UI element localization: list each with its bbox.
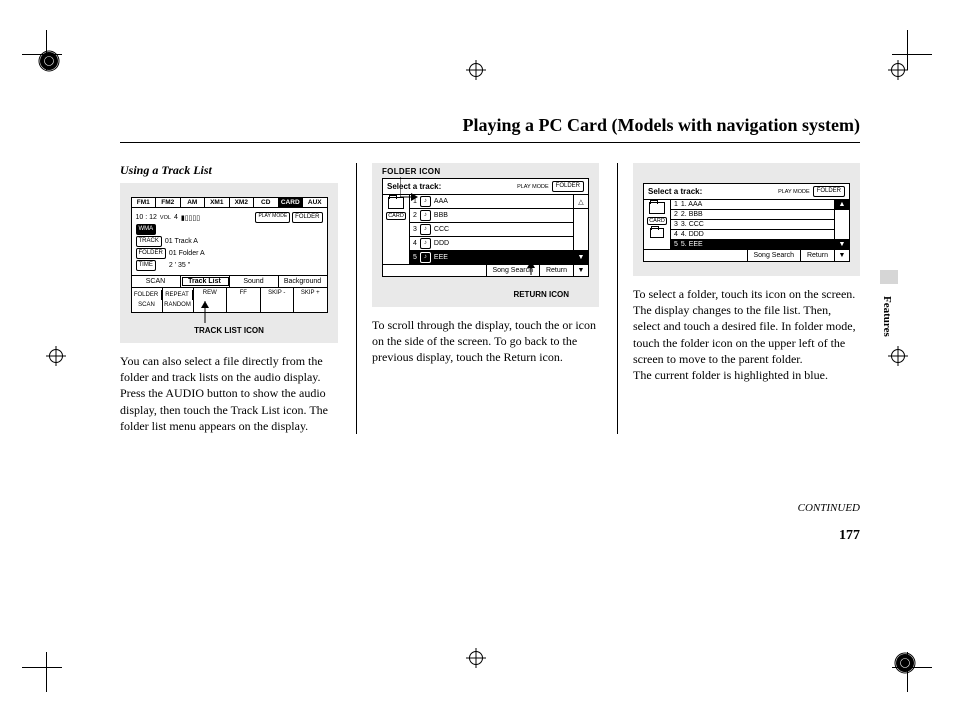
registration-cross-icon bbox=[888, 60, 908, 80]
folder-up-icon[interactable] bbox=[388, 197, 404, 209]
vol-label: VOL bbox=[160, 215, 171, 221]
pointer-arrow-icon bbox=[521, 261, 541, 281]
track-row[interactable]: 11. AAA bbox=[671, 200, 834, 210]
registration-target-icon bbox=[894, 652, 916, 674]
elapsed-time: 2 ' 35 " bbox=[169, 262, 190, 269]
continued-label: CONTINUED bbox=[798, 502, 860, 514]
track-row[interactable]: 3♪CCC bbox=[410, 223, 573, 237]
scroll-down-icon[interactable]: ▼ bbox=[573, 265, 588, 276]
song-search-button[interactable]: Song Search bbox=[747, 250, 800, 261]
scroll-up-icon[interactable]: ▲ bbox=[835, 200, 849, 210]
play-mode-button[interactable]: PLAY MODE bbox=[255, 212, 290, 223]
registration-target-icon bbox=[38, 50, 60, 72]
body-paragraph: You can also select a file directly from… bbox=[120, 353, 338, 434]
crop-mark bbox=[22, 652, 62, 692]
play-mode-button[interactable]: PLAY MODE bbox=[517, 184, 549, 190]
background-button[interactable]: Background bbox=[279, 276, 327, 287]
track-icon: ♪ bbox=[420, 252, 431, 263]
column-3: Select a track: PLAY MODE FOLDER CARD bbox=[617, 163, 860, 434]
panel-caption: RETURN ICON bbox=[513, 290, 569, 299]
body-paragraph: To scroll through the display, touch the… bbox=[372, 317, 599, 366]
track-icon: ♪ bbox=[420, 210, 431, 221]
play-mode-button[interactable]: PLAY MODE bbox=[778, 189, 810, 195]
wma-badge: WMA bbox=[136, 224, 157, 235]
scroll-up-icon[interactable]: △ bbox=[574, 195, 588, 209]
return-button[interactable]: Return bbox=[539, 265, 573, 276]
audio-display-screen: FM1 FM2 AM XM1 XM2 CD CARD AUX 10 : 12 V… bbox=[131, 197, 328, 313]
track-row[interactable]: 44. DDD bbox=[671, 230, 834, 240]
track-row[interactable]: 2♪BBB bbox=[410, 209, 573, 223]
ff-button[interactable]: FF bbox=[227, 288, 261, 312]
vol-value: 4 bbox=[174, 214, 178, 221]
track-row[interactable]: 22. BBB bbox=[671, 210, 834, 220]
skip-back-button[interactable]: SKIP - bbox=[261, 288, 295, 312]
registration-cross-icon bbox=[46, 346, 66, 366]
track-icon: ♪ bbox=[420, 196, 431, 207]
track-value: 01 Track A bbox=[165, 238, 198, 245]
sound-button[interactable]: Sound bbox=[230, 276, 279, 287]
scroll-track bbox=[574, 209, 588, 250]
column-2: FOLDER ICON Select a track: PLAY MODE FO… bbox=[356, 163, 599, 434]
source-tabs: FM1 FM2 AM XM1 XM2 CD CARD AUX bbox=[132, 198, 327, 208]
folder-button[interactable]: FOLDER bbox=[813, 186, 845, 197]
tab-cd[interactable]: CD bbox=[254, 198, 279, 207]
page-number: 177 bbox=[839, 528, 860, 544]
scroll-track bbox=[835, 210, 849, 239]
tab-xm1[interactable]: XM1 bbox=[205, 198, 230, 207]
tab-card[interactable]: CARD bbox=[279, 198, 304, 207]
panel-folder-icon: FOLDER ICON Select a track: PLAY MODE FO… bbox=[372, 163, 599, 307]
return-button[interactable]: Return bbox=[800, 250, 834, 261]
skip-fwd-button[interactable]: SKIP + bbox=[294, 288, 327, 312]
track-badge: TRACK bbox=[136, 236, 162, 247]
screen-heading: Select a track: bbox=[648, 187, 702, 196]
card-badge: CARD bbox=[386, 212, 406, 220]
tab-fm2[interactable]: FM2 bbox=[156, 198, 181, 207]
registration-cross-icon bbox=[466, 60, 486, 80]
tab-aux[interactable]: AUX bbox=[303, 198, 327, 207]
folder-up-icon[interactable] bbox=[649, 202, 665, 214]
scroll-down-icon[interactable]: ▼ bbox=[574, 251, 588, 264]
track-icon: ♪ bbox=[420, 238, 431, 249]
scroll-down-icon[interactable]: ▼ bbox=[835, 240, 849, 249]
column-1: Using a Track List FM1 FM2 AM XM1 XM2 CD… bbox=[120, 163, 338, 434]
track-row-selected[interactable]: 55. EEE bbox=[671, 240, 834, 249]
tab-fm1[interactable]: FM1 bbox=[132, 198, 157, 207]
track-row[interactable]: 4♪DDD bbox=[410, 237, 573, 251]
scroll-down-icon[interactable]: ▼ bbox=[834, 250, 849, 261]
registration-cross-icon bbox=[466, 648, 486, 668]
body-paragraph: To select a folder, touch its icon on th… bbox=[633, 286, 860, 367]
tab-xm2[interactable]: XM2 bbox=[230, 198, 255, 207]
tab-am[interactable]: AM bbox=[181, 198, 206, 207]
page-title: Playing a PC Card (Models with navigatio… bbox=[120, 115, 860, 143]
body-paragraph: The current folder is highlighted in blu… bbox=[633, 367, 860, 383]
track-list-button[interactable]: Track List bbox=[181, 276, 230, 287]
registration-cross-icon bbox=[888, 346, 908, 366]
panel-folder-select: Select a track: PLAY MODE FOLDER CARD bbox=[633, 163, 860, 276]
folder-value: 01 Folder A bbox=[169, 250, 205, 257]
track-row-selected[interactable]: 5♪EEE bbox=[410, 251, 573, 264]
folder-badge: FOLDER bbox=[136, 248, 166, 259]
folder-icon[interactable] bbox=[650, 228, 664, 238]
time-badge: TIME bbox=[136, 260, 156, 271]
side-tab-features: Features bbox=[880, 290, 894, 343]
card-badge: CARD bbox=[647, 217, 667, 225]
folder-button[interactable]: FOLDER bbox=[292, 212, 322, 223]
panel-caption: TRACK LIST ICON bbox=[120, 326, 338, 335]
clock-time: 10 : 12 bbox=[136, 214, 157, 221]
folder-button[interactable]: FOLDER bbox=[552, 181, 584, 192]
repeat-random-button[interactable]: REPEAT RANDOM bbox=[163, 288, 194, 312]
subhead-track-list: Using a Track List bbox=[120, 163, 338, 178]
page-content: Playing a PC Card (Models with navigatio… bbox=[120, 115, 860, 434]
side-tab-background bbox=[880, 270, 898, 284]
track-row[interactable]: 1♪AAA bbox=[410, 195, 573, 209]
scan-button[interactable]: SCAN bbox=[132, 276, 181, 287]
track-row[interactable]: 33. CCC bbox=[671, 220, 834, 230]
folder-scan-button[interactable]: FOLDER SCAN bbox=[132, 288, 163, 312]
panel-track-list: FM1 FM2 AM XM1 XM2 CD CARD AUX 10 : 12 V… bbox=[120, 183, 338, 343]
select-track-screen: Select a track: PLAY MODE FOLDER CARD bbox=[643, 183, 850, 262]
track-icon: ♪ bbox=[420, 224, 431, 235]
